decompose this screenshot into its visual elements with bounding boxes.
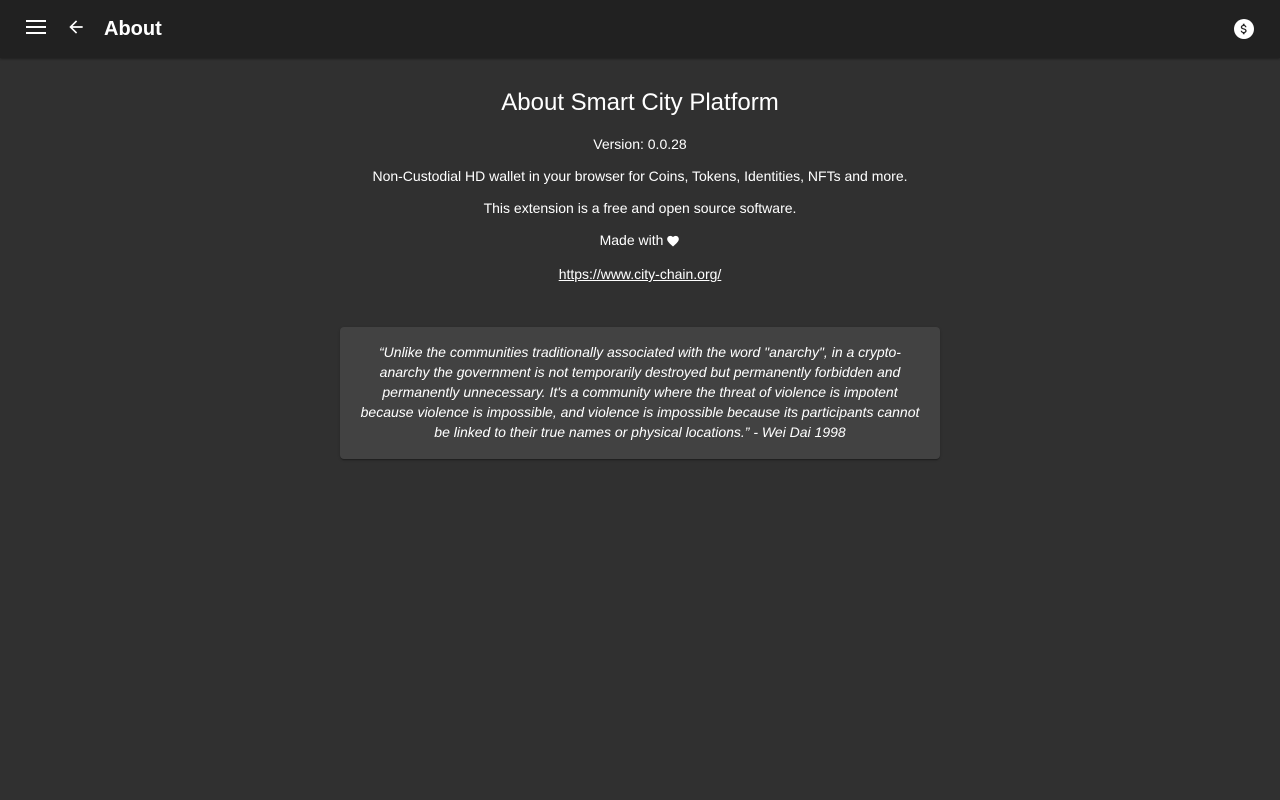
version-text: Version: 0.0.28 [593,136,687,152]
hamburger-menu-icon [26,19,46,39]
made-with-line: Made with [0,230,1280,252]
back-button[interactable] [56,9,96,49]
menu-button[interactable] [16,9,56,49]
description-text: Non-Custodial HD wallet in your browser … [372,168,908,184]
license-text: This extension is a free and open source… [483,200,797,216]
account-button[interactable] [1224,9,1264,49]
website-line: https://www.city-chain.org/ [0,264,1280,284]
about-content: About Smart City Platform Version: 0.0.2… [0,58,1280,284]
arrow-back-icon [66,17,86,42]
quote-card: “Unlike the communities traditionally as… [340,327,940,459]
dollar-coin-icon [1234,19,1254,39]
about-heading: About Smart City Platform [501,89,779,116]
heart-icon [666,232,680,252]
website-link[interactable]: https://www.city-chain.org/ [559,266,722,282]
page-title: About [104,18,162,40]
top-toolbar: About [0,0,1280,58]
made-with-text: Made with [599,232,664,248]
quote-text: “Unlike the communities traditionally as… [360,344,920,440]
